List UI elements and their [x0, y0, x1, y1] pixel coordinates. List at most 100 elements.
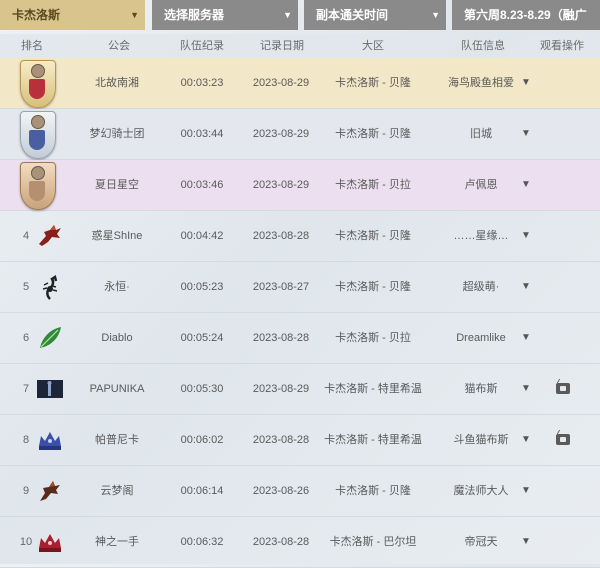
table-row: 梦幻骑士团 00:03:44 2023-08-29 卡杰洛斯 - 贝隆 旧城 ▼ [0, 109, 600, 160]
tv-icon[interactable] [556, 383, 570, 394]
expand-caret-icon[interactable]: ▼ [518, 466, 534, 516]
dragon-red-icon [39, 225, 61, 246]
team-info: 海鸟殿鱼相爱 [448, 77, 514, 89]
region: 卡杰洛斯 - 贝拉 [335, 179, 411, 191]
team-info: ……星缘… [453, 230, 509, 242]
col-record: 队伍纪录 [180, 40, 224, 52]
red-crown-icon [39, 534, 61, 552]
record-time: 00:03:23 [180, 77, 224, 89]
expand-caret-icon[interactable]: ▼ [518, 415, 534, 465]
guild-name: 帕普尼卡 [95, 434, 139, 446]
expand-caret-icon[interactable]: ▼ [518, 160, 534, 210]
week-select[interactable]: 第六周8.23-8.29（融广 [452, 0, 600, 30]
record-date: 2023-08-28 [252, 332, 310, 344]
expand-caret-icon[interactable]: ▼ [518, 313, 534, 363]
region: 卡杰洛斯 - 特里希温 [324, 383, 422, 395]
team-info: 卢佩恩 [464, 179, 498, 191]
guild-name: 北故南湘 [95, 77, 139, 89]
team-info: Dreamlike [456, 332, 506, 344]
rank-number: 10 [19, 536, 33, 548]
record-time: 00:05:30 [180, 383, 224, 395]
server-select-label: 选择服务器 [164, 8, 225, 22]
guild-name: 惑星ShIne [91, 230, 143, 242]
chevron-down-icon: ▼ [283, 10, 292, 20]
record-time: 00:05:23 [180, 281, 224, 293]
sort-select-label: 副本通关时间 [316, 8, 389, 22]
record-date: 2023-08-27 [252, 281, 310, 293]
team-info: 超级萌· [462, 281, 500, 293]
bronze-medal-icon [20, 162, 56, 210]
dragon-brown-icon [40, 481, 60, 501]
region: 卡杰洛斯 - 贝隆 [335, 230, 411, 242]
week-select-label: 第六周8.23-8.29（融广 [464, 8, 587, 22]
record-date: 2023-08-28 [252, 434, 310, 446]
team-info: 魔法师大人 [453, 485, 509, 497]
server-select[interactable]: 选择服务器 ▼ [152, 0, 298, 30]
col-info: 队伍信息 [461, 40, 505, 52]
region: 卡杰洛斯 - 贝隆 [335, 485, 411, 497]
record-date: 2023-08-29 [252, 128, 310, 140]
table-row: 5 永恒· 00:05:23 2023-08-27 卡杰洛斯 - 贝隆 超级萌·… [0, 262, 600, 313]
table-header: 排名 公会 队伍纪录 记录日期 大区 队伍信息 观看操作 [0, 34, 600, 59]
record-date: 2023-08-26 [252, 485, 310, 497]
guild-name: Diablo [101, 332, 133, 344]
col-region: 大区 [362, 40, 384, 52]
region: 卡杰洛斯 - 贝隆 [335, 281, 411, 293]
table-row: 夏日星空 00:03:46 2023-08-29 卡杰洛斯 - 贝拉 卢佩恩 ▼ [0, 160, 600, 211]
expand-caret-icon[interactable]: ▼ [518, 517, 534, 567]
region-select[interactable]: 卡杰洛斯 ▼ [0, 0, 145, 30]
dark-banner-icon [37, 380, 63, 398]
col-rank: 排名 [21, 40, 43, 52]
record-date: 2023-08-29 [252, 179, 310, 191]
record-time: 00:03:44 [180, 128, 224, 140]
filter-bar: 卡杰洛斯 ▼ 选择服务器 ▼ 副本通关时间 ▼ 第六周8.23-8.29（融广 [0, 0, 600, 32]
table-row: 4 惑星ShIne 00:04:42 2023-08-28 卡杰洛斯 - 贝隆 … [0, 211, 600, 262]
guild-name: 梦幻骑士团 [89, 128, 145, 140]
tv-icon[interactable] [556, 434, 570, 445]
rank-number: 8 [22, 434, 30, 446]
record-time: 00:04:42 [180, 230, 224, 242]
record-time: 00:05:24 [180, 332, 224, 344]
guild-name: PAPUNIKA [89, 383, 145, 395]
record-time: 00:06:14 [180, 485, 224, 497]
gold-medal-icon [20, 60, 56, 108]
silver-medal-icon [20, 111, 56, 159]
guild-name: 夏日星空 [95, 179, 139, 191]
green-leaf-icon [40, 327, 61, 348]
region: 卡杰洛斯 - 贝隆 [335, 77, 411, 89]
table-row: 6 Diablo 00:05:24 2023-08-28 卡杰洛斯 - 贝拉 D… [0, 313, 600, 364]
guild-name: 云梦阁 [100, 485, 134, 497]
col-guild: 公会 [108, 40, 130, 52]
rank-number: 9 [22, 485, 30, 497]
guild-name: 神之一手 [95, 536, 139, 548]
region: 卡杰洛斯 - 巴尔坦 [329, 536, 417, 548]
record-date: 2023-08-28 [252, 536, 310, 548]
team-info: 帝冠天 [464, 536, 498, 548]
region: 卡杰洛斯 - 贝隆 [335, 128, 411, 140]
blue-crown-icon [39, 432, 61, 450]
expand-caret-icon[interactable]: ▼ [518, 58, 534, 108]
sort-select[interactable]: 副本通关时间 ▼ [304, 0, 446, 30]
team-info: 旧城 [470, 128, 492, 140]
team-info: 猫布斯 [464, 383, 498, 395]
guild-name: 永恒· [104, 281, 130, 293]
region: 卡杰洛斯 - 贝拉 [335, 332, 411, 344]
table-row: 9 云梦阁 00:06:14 2023-08-26 卡杰洛斯 - 贝隆 魔法师大… [0, 466, 600, 517]
record-time: 00:06:32 [180, 536, 224, 548]
record-time: 00:06:02 [180, 434, 224, 446]
record-time: 00:03:46 [180, 179, 224, 191]
record-date: 2023-08-29 [252, 383, 310, 395]
rank-number: 5 [22, 281, 30, 293]
col-date: 记录日期 [260, 40, 304, 52]
table-row: 7 PAPUNIKA 00:05:30 2023-08-29 卡杰洛斯 - 特里… [0, 364, 600, 415]
expand-caret-icon[interactable]: ▼ [518, 364, 534, 414]
region: 卡杰洛斯 - 特里希温 [324, 434, 422, 446]
expand-caret-icon[interactable]: ▼ [518, 211, 534, 261]
chevron-down-icon: ▼ [431, 10, 440, 20]
table-row: 8 帕普尼卡 00:06:02 2023-08-28 卡杰洛斯 - 特里希温 斗… [0, 415, 600, 466]
rank-number: 6 [22, 332, 30, 344]
expand-caret-icon[interactable]: ▼ [518, 262, 534, 312]
expand-caret-icon[interactable]: ▼ [518, 109, 534, 159]
record-date: 2023-08-29 [252, 77, 310, 89]
rank-number: 7 [22, 383, 30, 395]
